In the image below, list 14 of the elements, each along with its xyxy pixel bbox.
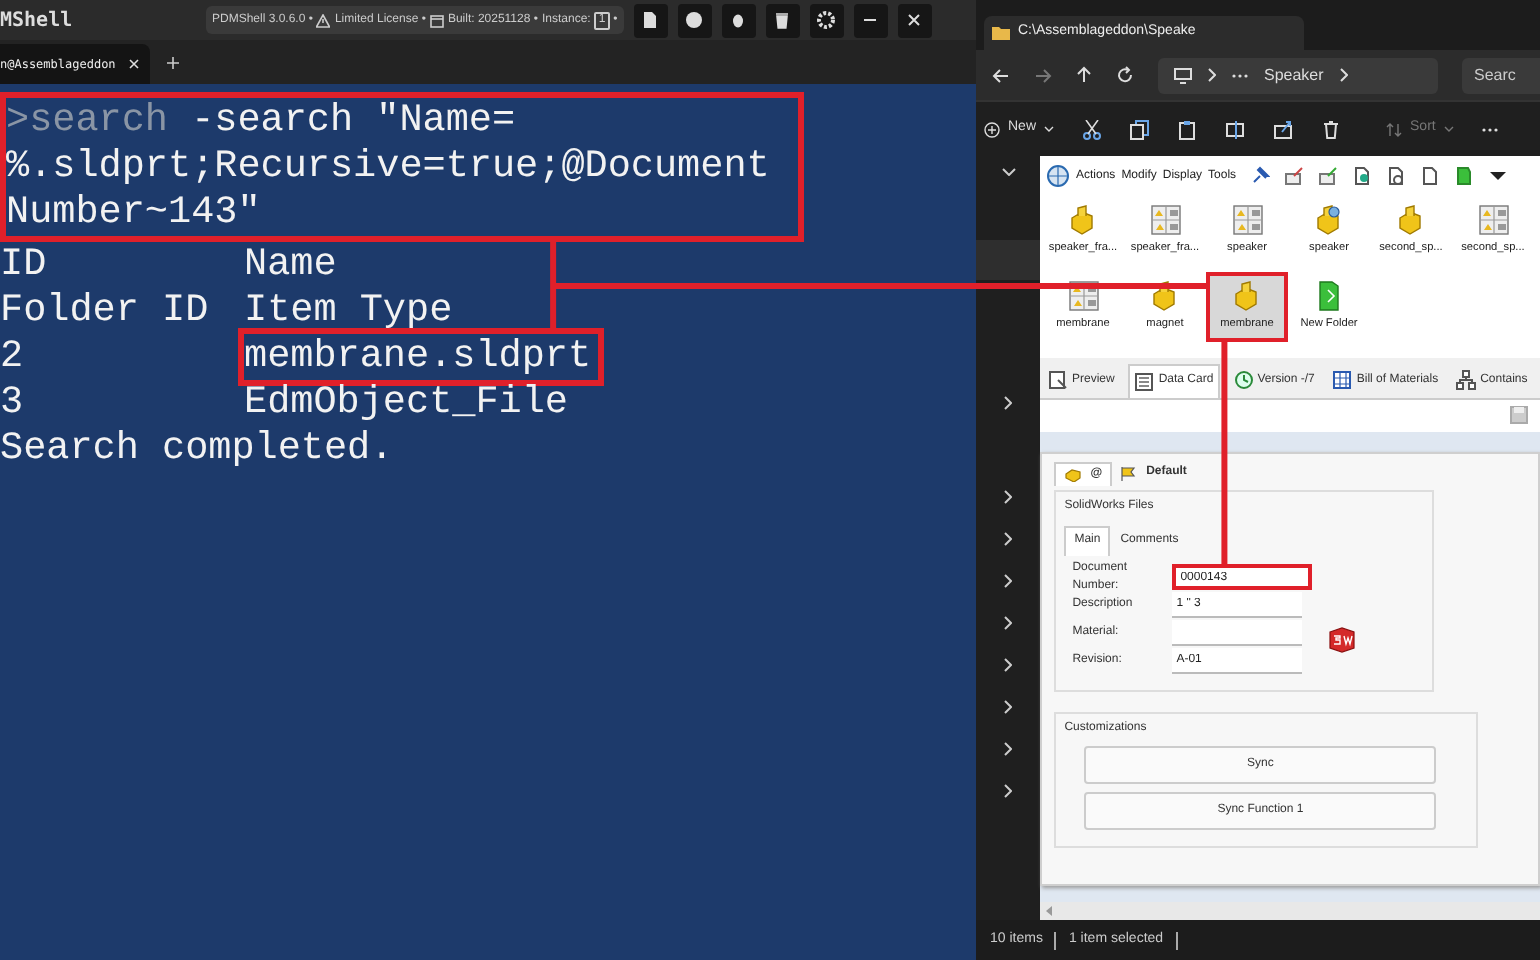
output-cell-text: 3 <box>0 380 26 426</box>
breadcrumb-item[interactable]: Speaker <box>1264 63 1324 87</box>
output-cell: membrane.sldprt <box>238 328 604 386</box>
output-cell-text: ID <box>0 242 49 288</box>
output-cell-text: 2 <box>0 334 26 380</box>
search-field[interactable]: Searc <box>1462 57 1540 93</box>
output-cell: EdmObject_File <box>244 380 568 426</box>
output-cell: Item Type <box>244 288 453 334</box>
address-bar[interactable]: Speaker <box>1158 57 1438 93</box>
status-message: Search completed. <box>0 426 396 472</box>
output-cell-text: Folder ID <box>0 288 211 334</box>
window-title: MShell <box>0 7 75 35</box>
output-cell: Name <box>244 242 337 288</box>
command-text: >search -search "Name= %.sldprt;Recursive=true;@Document Number~143" <box>6 98 772 236</box>
